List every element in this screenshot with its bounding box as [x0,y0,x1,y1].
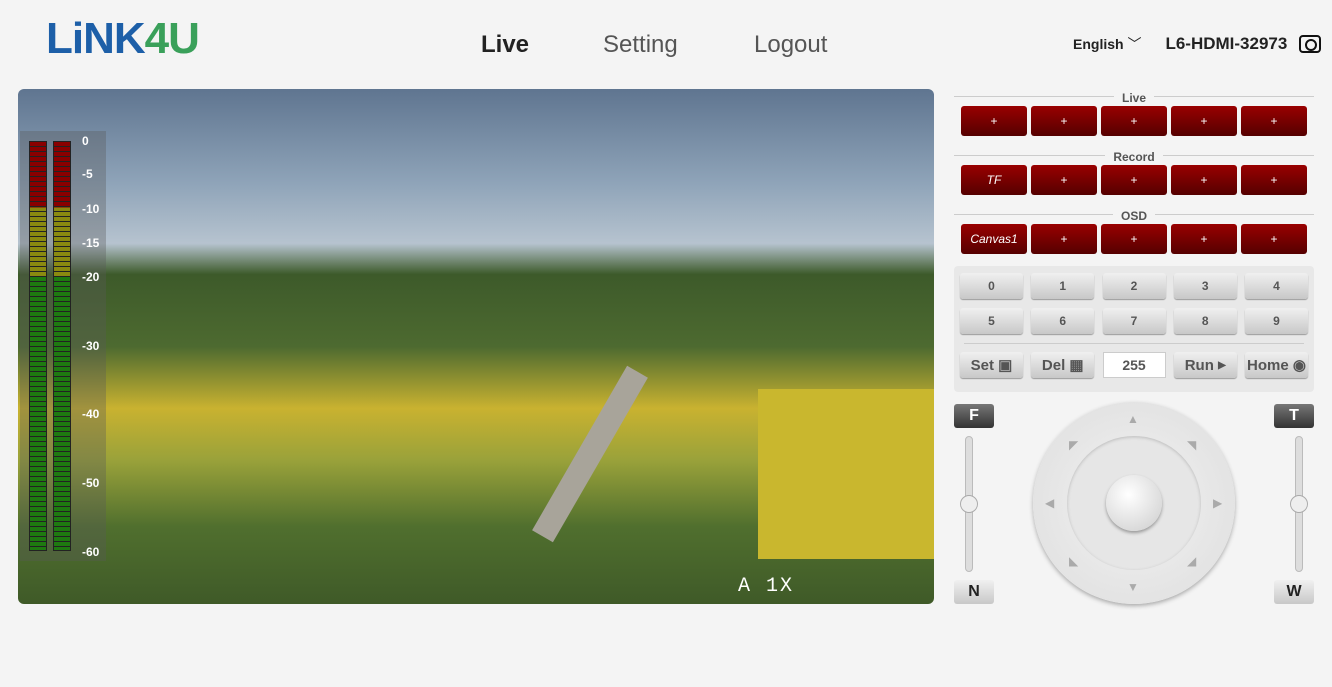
arrow-down-left-icon[interactable]: ◣ [1069,554,1078,568]
zoom-slider[interactable] [1290,436,1308,572]
live-slot-button[interactable]: + [1031,106,1097,136]
osd-slot-button[interactable]: Canvas1 [961,224,1027,254]
arrow-up-left-icon[interactable]: ◤ [1069,438,1078,452]
audio-meter-left [29,141,47,551]
focus-near-button[interactable]: N [954,580,994,604]
preset-6-button[interactable]: 6 [1031,308,1095,334]
preset-5-button[interactable]: 5 [960,308,1023,334]
arrow-down-right-icon[interactable]: ◢ [1187,554,1196,568]
camera-snapshot-icon[interactable] [1299,35,1322,53]
trash-icon: ▦ [1069,357,1084,374]
record-slot-button[interactable]: + [1031,165,1097,195]
record-slot-button[interactable]: + [1101,165,1167,195]
meter-label: 0 [82,134,89,148]
preset-8-button[interactable]: 8 [1173,308,1237,334]
live-section-title: Live [954,89,1314,105]
live-slot-button[interactable]: + [1241,106,1307,136]
home-button[interactable]: Home ◉ [1245,352,1308,378]
control-panel: Live + + + + + Record TF + + + + OSD Can… [954,89,1314,392]
osd-section-title: OSD [954,207,1314,223]
zoom-tele-button[interactable]: T [1274,404,1314,428]
device-name: L6-HDMI-32973 [1165,34,1288,53]
record-slot-button[interactable]: TF [961,165,1027,195]
osd-slot-button[interactable]: + [1101,224,1167,254]
zoom-slider-thumb[interactable] [1290,495,1308,513]
osd-slot-button[interactable]: + [1171,224,1237,254]
preset-2-button[interactable]: 2 [1102,273,1166,299]
preset-keypad: 0 1 2 3 4 5 6 7 8 9 Set ▣ Del ▦ 255 Run … [954,266,1314,392]
osd-slot-button[interactable]: + [1031,224,1097,254]
arrow-up-icon[interactable]: ▲ [1127,412,1139,426]
chevron-down-icon: ﹀ [1127,36,1142,52]
preset-4-button[interactable]: 4 [1245,273,1308,299]
focus-slider[interactable] [960,436,978,572]
arrow-right-icon[interactable]: ▶ [1213,496,1222,510]
video-road [532,365,648,543]
live-slot-button[interactable]: + [1101,106,1167,136]
meter-label: -10 [82,202,100,216]
nav-logout[interactable]: Logout [754,31,827,59]
meter-label: -60 [82,545,100,559]
joystick-knob[interactable] [1106,475,1162,531]
record-slot-button[interactable]: + [1171,165,1237,195]
logo: LiNK4U [46,14,200,63]
meter-label: -20 [82,270,100,284]
arrow-down-icon[interactable]: ▼ [1127,580,1139,594]
record-section-title: Record [954,148,1314,164]
arrow-left-icon[interactable]: ◀ [1045,496,1054,510]
live-slot-button[interactable]: + [961,106,1027,136]
delete-preset-button[interactable]: Del ▦ [1031,352,1095,378]
run-preset-button[interactable]: Run ▶ [1173,352,1237,378]
ptz-joystick[interactable]: ▲ ▼ ◀ ▶ ◤ ◥ ◣ ◢ [1033,402,1235,604]
preset-number-input[interactable]: 255 [1102,352,1166,378]
osd-slot-button[interactable]: + [1241,224,1307,254]
nav-setting[interactable]: Setting [603,31,678,59]
arrow-up-right-icon[interactable]: ◥ [1187,438,1196,452]
video-field [758,389,934,559]
nav-live[interactable]: Live [481,31,529,59]
focus-slider-thumb[interactable] [960,495,978,513]
preset-9-button[interactable]: 9 [1245,308,1308,334]
meter-label: -5 [82,167,93,181]
preset-3-button[interactable]: 3 [1173,273,1237,299]
language-select[interactable]: English ﹀ [1073,34,1141,54]
live-slot-button[interactable]: + [1171,106,1237,136]
meter-label: -15 [82,236,100,250]
audio-meter-right [53,141,71,551]
preset-0-button[interactable]: 0 [960,273,1023,299]
meter-label: -30 [82,339,100,353]
set-preset-button[interactable]: Set ▣ [960,352,1023,378]
focus-far-button[interactable]: F [954,404,994,428]
live-video[interactable]: 0 -5 -10 -15 -20 -30 -40 -50 -60 A 1X [18,89,934,604]
home-circle-icon: ◉ [1292,357,1306,374]
zoom-overlay: A 1X [738,575,795,598]
record-slot-button[interactable]: + [1241,165,1307,195]
preset-7-button[interactable]: 7 [1102,308,1166,334]
play-icon: ▶ [1218,359,1226,371]
meter-label: -50 [82,476,100,490]
preset-1-button[interactable]: 1 [1031,273,1095,299]
divider [964,343,1304,344]
zoom-wide-button[interactable]: W [1274,580,1314,604]
save-icon: ▣ [998,357,1013,374]
meter-label: -40 [82,407,100,421]
audio-meter: 0 -5 -10 -15 -20 -30 -40 -50 -60 [20,131,106,561]
